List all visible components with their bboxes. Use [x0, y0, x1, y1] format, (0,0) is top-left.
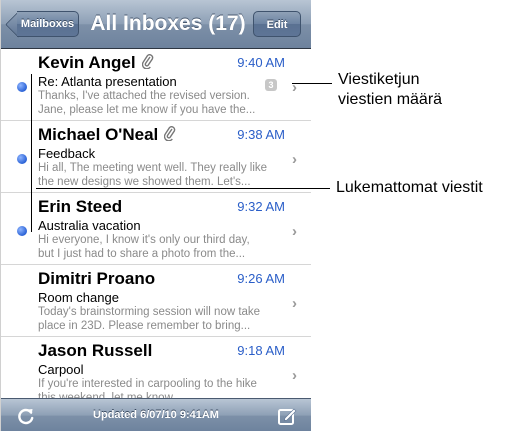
compose-icon[interactable] — [277, 406, 297, 426]
navigation-bar: Mailboxes All Inboxes (17) Edit — [1, 0, 311, 49]
bottom-toolbar: Updated 6/07/10 9:41AM — [1, 398, 311, 431]
chevron-right-icon: › — [292, 151, 297, 168]
message-row[interactable]: Dimitri Proano 9:26 AM Room change Today… — [1, 265, 311, 337]
thread-count-leader-line — [292, 83, 332, 84]
message-sender: Michael O'Neal — [38, 125, 176, 145]
unread-dot-icon — [17, 82, 27, 92]
thread-count-badge: 3 — [265, 79, 277, 91]
updated-status: Updated 6/07/10 9:41AM — [93, 409, 219, 421]
mailboxes-back-label: Mailboxes — [17, 11, 79, 37]
message-sender: Kevin Angel — [38, 53, 154, 73]
message-subject: Room change — [38, 290, 119, 305]
message-preview: Hi all, The meeting went well. They real… — [38, 162, 268, 188]
message-row[interactable]: Michael O'Neal 9:38 AM Feedback Hi all, … — [1, 121, 311, 193]
paperclip-icon — [141, 54, 153, 70]
message-sender: Dimitri Proano — [38, 269, 156, 288]
message-preview: Today's brainstorming session will now t… — [38, 306, 261, 332]
chevron-right-icon: › — [292, 79, 297, 96]
refresh-icon[interactable] — [17, 407, 35, 425]
thread-count-callout: Viestiketjun viestien määrä — [338, 71, 443, 108]
message-subject: Australia vacation — [38, 218, 141, 233]
mailboxes-back-button[interactable]: Mailboxes — [5, 11, 79, 38]
message-preview: Hi everyone, I know it's only our third … — [38, 234, 250, 260]
unread-bracket — [31, 74, 38, 232]
paperclip-icon — [164, 126, 176, 142]
unread-dot-icon — [17, 154, 27, 164]
message-subject: Re: Atlanta presentation — [38, 74, 177, 89]
unread-leader-line-top — [36, 188, 330, 189]
message-list: Kevin Angel 9:40 AM Re: Atlanta presenta… — [1, 49, 311, 409]
unread-dot-icon — [17, 226, 27, 236]
message-row[interactable]: Kevin Angel 9:40 AM Re: Atlanta presenta… — [1, 49, 311, 121]
message-subject: Carpool — [38, 362, 84, 377]
message-sender: Erin Steed — [38, 197, 123, 216]
message-time: 9:18 AM — [237, 343, 285, 358]
message-subject: Feedback — [38, 146, 96, 161]
message-row[interactable]: Erin Steed 9:32 AM Australia vacation Hi… — [1, 193, 311, 265]
mail-screen: Mailboxes All Inboxes (17) Edit Kevin An… — [0, 0, 311, 431]
message-time: 9:40 AM — [237, 55, 285, 70]
message-time: 9:32 AM — [237, 199, 285, 214]
message-time: 9:26 AM — [237, 271, 285, 286]
message-time: 9:38 AM — [237, 127, 285, 142]
page-title: All Inboxes (17) — [90, 12, 246, 35]
chevron-right-icon: › — [292, 367, 297, 384]
message-sender: Jason Russell — [38, 341, 153, 360]
message-preview: Thanks, I've attached the revised versio… — [38, 90, 256, 116]
chevron-right-icon: › — [292, 295, 297, 312]
edit-button[interactable]: Edit — [253, 11, 301, 37]
chevron-right-icon: › — [292, 223, 297, 240]
unread-callout: Lukemattomat viestit — [336, 179, 483, 196]
